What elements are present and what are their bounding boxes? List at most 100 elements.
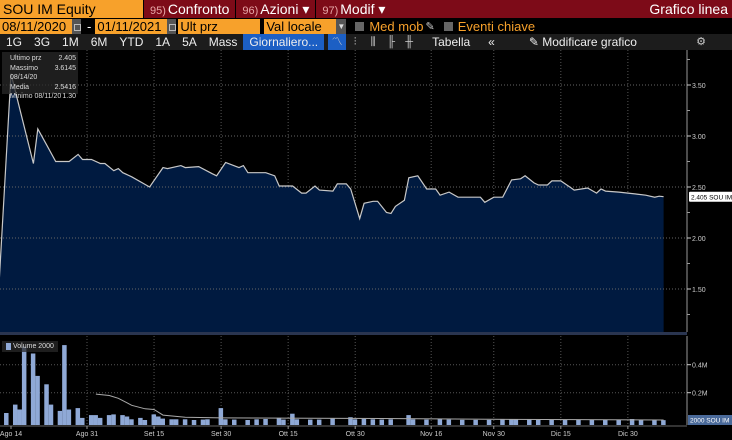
period-select[interactable]: Giornaliero... xyxy=(243,34,325,50)
volume-bar xyxy=(661,420,666,425)
price-tick-label: 1.50 xyxy=(692,287,706,294)
volume-bar xyxy=(129,419,134,425)
moving-avg-label: Med mob xyxy=(369,18,424,34)
legend-last-value: 2.405 xyxy=(58,55,76,62)
price-volume-chart[interactable]: 3.50 3.00 2.50 2.00 1.50 0.4M 0.2M 2.405 SOU IM… xyxy=(0,50,732,440)
volume-bar xyxy=(576,419,581,425)
volume-bar xyxy=(75,408,81,425)
actions-menu[interactable]: 96) Azioni ▾ xyxy=(235,0,315,18)
range-1a[interactable]: 1A xyxy=(149,34,176,50)
key-events-label: Eventi chiave xyxy=(457,18,536,34)
volume-bar xyxy=(232,419,237,425)
volume-bar xyxy=(205,419,210,425)
volume-bar xyxy=(294,419,300,425)
price-area xyxy=(0,73,664,332)
end-date-input[interactable]: 01/11/2021 xyxy=(95,18,168,34)
modify-menu[interactable]: 97) Modif ▾ xyxy=(315,0,391,18)
volume-bar xyxy=(66,409,72,425)
volume-bar xyxy=(44,384,49,425)
moving-avg-checkbox[interactable] xyxy=(355,21,365,31)
volume-bar xyxy=(97,417,103,425)
last-price-tag-label: 2.405 SOU IM xyxy=(691,195,732,202)
range-5a[interactable]: 5A xyxy=(176,34,203,50)
volume-tick-label: 0.4M xyxy=(692,363,708,370)
legend-avg-value: 2.5416 xyxy=(54,83,76,91)
volume-bar xyxy=(17,409,22,425)
x-tick-label: Dic 15 xyxy=(551,431,571,438)
table-button[interactable]: Tabella xyxy=(426,34,476,50)
volume-legend: Volume 2000 xyxy=(2,341,58,352)
volume-bar xyxy=(308,419,313,425)
x-tick-label: Set 30 xyxy=(211,431,231,438)
volume-bar xyxy=(182,419,188,425)
volume-bar xyxy=(638,420,644,425)
legend-avg-label: Media xyxy=(10,83,30,91)
start-date-input[interactable]: 08/11/2020 xyxy=(0,18,72,34)
volume-bar xyxy=(80,417,85,425)
volume-bar xyxy=(30,353,36,425)
edit-chart-button[interactable]: ✎ Modificare grafico xyxy=(523,34,643,50)
price-tick-label: 3.50 xyxy=(692,83,706,90)
calendar-icon[interactable] xyxy=(72,18,81,34)
volume-bar xyxy=(4,413,9,425)
volume-bar xyxy=(12,404,18,425)
volume-bar xyxy=(616,420,621,425)
volume-bar xyxy=(223,419,228,425)
volume-bar xyxy=(218,408,224,425)
collapse-button[interactable]: « xyxy=(482,34,501,50)
volume-bar xyxy=(500,419,505,425)
price-tick-label: 2.50 xyxy=(692,185,706,192)
candle-chart-icon[interactable]: ⫼ xyxy=(364,34,382,50)
x-tick-label: Ott 15 xyxy=(279,431,298,438)
hlc-chart-icon[interactable]: ╫ xyxy=(400,34,418,50)
range-1m[interactable]: 1M xyxy=(56,34,85,50)
range-ytd[interactable]: YTD xyxy=(113,34,149,50)
volume-moving-average-line xyxy=(95,393,664,421)
volume-bar xyxy=(35,375,40,425)
date-separator: - xyxy=(87,18,92,34)
x-tick-label: Dic 30 xyxy=(618,431,638,438)
volume-bar xyxy=(124,416,130,425)
volume-bar xyxy=(290,413,295,425)
ohlc-chart-icon[interactable]: ╟ xyxy=(382,34,400,50)
volume-bar xyxy=(151,414,157,425)
volume-bar xyxy=(589,420,595,425)
price-tick-label: 3.00 xyxy=(692,134,706,141)
key-events-checkbox[interactable] xyxy=(443,21,453,31)
x-tick-label: Nov 16 xyxy=(420,431,442,438)
calendar-icon[interactable] xyxy=(167,18,177,34)
gear-icon[interactable]: ⚙ xyxy=(692,34,710,50)
range-max[interactable]: Mass xyxy=(203,34,244,50)
line-chart-icon[interactable]: 〽 xyxy=(328,34,347,50)
field-input[interactable]: Ult prz xyxy=(178,18,261,34)
legend-low-label: Minimo 08/11/20 xyxy=(10,93,62,100)
last-volume-tag-label: 2000 SOU IM xyxy=(690,418,729,425)
volume-bar xyxy=(459,419,465,425)
range-3g[interactable]: 3G xyxy=(28,34,56,50)
volume-bar xyxy=(93,415,98,425)
x-tick-label: Ago 14 xyxy=(0,431,22,438)
volume-bar xyxy=(120,415,125,425)
x-tick-label: Nov 30 xyxy=(483,431,505,438)
volume-bar xyxy=(276,417,282,425)
volume-bar xyxy=(169,419,174,425)
bar-chart-icon[interactable]: ⫶ xyxy=(346,34,364,50)
volume-bar xyxy=(446,419,452,425)
security-ticker[interactable]: SOU IM Equity xyxy=(0,0,143,18)
pencil-icon: ✎ xyxy=(528,35,543,49)
range-1g[interactable]: 1G xyxy=(0,34,28,50)
volume-bar xyxy=(138,417,143,425)
pencil-icon[interactable]: ✎ xyxy=(426,20,435,33)
currency-select[interactable]: Val locale xyxy=(264,18,337,34)
volume-bar xyxy=(200,419,206,425)
compare-button[interactable]: 95) Confronto xyxy=(143,0,235,18)
volume-bar xyxy=(88,415,94,425)
range-6m[interactable]: 6M xyxy=(85,34,114,50)
volume-tick-label: 0.2M xyxy=(692,391,708,398)
pane-separator xyxy=(0,332,687,335)
volume-bar xyxy=(388,419,393,425)
toolbar: 1G 3G 1M 6M YTD 1A 5A Mass Giornaliero..… xyxy=(0,34,732,50)
legend-high-label: Massimo 08/14/20 xyxy=(10,64,39,82)
volume-bar xyxy=(352,419,358,425)
chevron-down-icon[interactable]: ▼ xyxy=(336,18,347,34)
